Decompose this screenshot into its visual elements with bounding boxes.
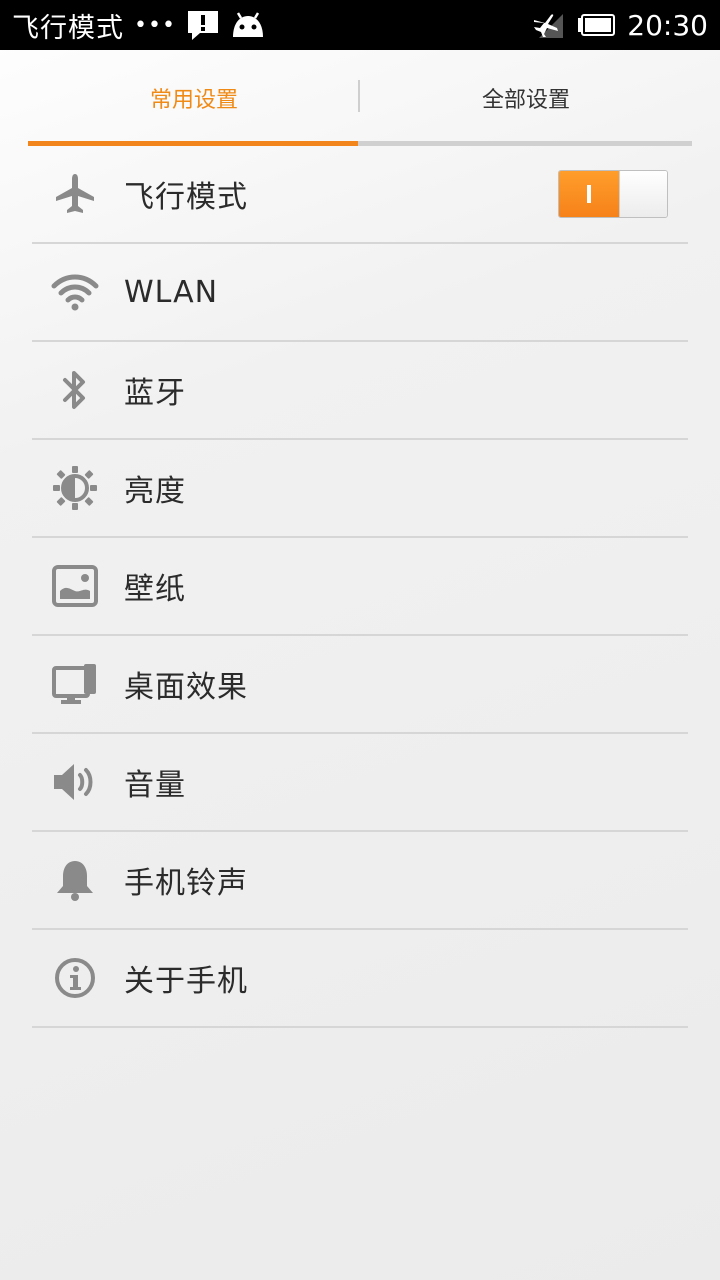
airplane-mode-status-icon bbox=[531, 10, 565, 40]
toggle-on-indicator bbox=[587, 185, 591, 203]
settings-item-about-phone[interactable]: 关于手机 bbox=[32, 930, 688, 1028]
info-icon bbox=[32, 956, 118, 1000]
tab-common-settings[interactable]: 常用设置 bbox=[28, 50, 360, 146]
settings-item-bluetooth[interactable]: 蓝牙 bbox=[32, 342, 688, 440]
settings-item-label: 亮度 bbox=[124, 474, 186, 509]
settings-item-brightness[interactable]: 亮度 bbox=[32, 440, 688, 538]
toggle-on-segment bbox=[559, 171, 619, 217]
desktop-effect-icon bbox=[32, 662, 118, 706]
battery-icon bbox=[577, 14, 616, 36]
tab-all-settings[interactable]: 全部设置 bbox=[360, 50, 692, 146]
volume-icon bbox=[32, 760, 118, 804]
settings-item-label: WLAN bbox=[124, 274, 219, 310]
settings-item-ringtone[interactable]: 手机铃声 bbox=[32, 832, 688, 930]
settings-list: 飞行模式 WLAN 蓝牙 亮度 壁纸 桌面效果 音量 手机铃声 关于手机 bbox=[32, 146, 688, 1028]
airplane-mode-toggle[interactable] bbox=[558, 170, 668, 218]
settings-tabs: 常用设置 全部设置 bbox=[28, 50, 692, 146]
brightness-icon bbox=[32, 465, 118, 511]
bluetooth-icon bbox=[32, 368, 118, 412]
settings-item-volume[interactable]: 音量 bbox=[32, 734, 688, 832]
settings-item-label: 桌面效果 bbox=[124, 670, 248, 705]
status-clock: 20:30 bbox=[627, 8, 708, 42]
settings-item-desktop-effect[interactable]: 桌面效果 bbox=[32, 636, 688, 734]
wallpaper-icon bbox=[32, 565, 118, 607]
alert-message-icon bbox=[186, 9, 220, 41]
settings-item-label: 飞行模式 bbox=[124, 180, 248, 215]
bell-icon bbox=[32, 858, 118, 902]
status-bar-right: 20:30 bbox=[531, 9, 708, 42]
tab-divider bbox=[358, 80, 360, 112]
settings-item-airplane-mode[interactable]: 飞行模式 bbox=[32, 146, 688, 244]
status-bar-left: 飞行模式 ••• bbox=[12, 6, 266, 45]
settings-item-label: 壁纸 bbox=[124, 572, 186, 607]
settings-item-wlan[interactable]: WLAN bbox=[32, 244, 688, 342]
settings-item-label: 手机铃声 bbox=[124, 866, 248, 901]
status-notification-title: 飞行模式 bbox=[12, 12, 124, 44]
wifi-icon bbox=[32, 272, 118, 312]
android-robot-icon bbox=[230, 11, 266, 39]
settings-item-wallpaper[interactable]: 壁纸 bbox=[32, 538, 688, 636]
status-more-dots: ••• bbox=[134, 12, 176, 38]
airplane-icon bbox=[32, 172, 118, 216]
settings-item-label: 关于手机 bbox=[124, 964, 248, 999]
settings-item-label: 蓝牙 bbox=[124, 376, 186, 411]
settings-item-label: 音量 bbox=[124, 768, 186, 803]
toggle-off-segment bbox=[619, 171, 667, 217]
status-bar: 飞行模式 ••• 20:30 bbox=[0, 0, 720, 50]
